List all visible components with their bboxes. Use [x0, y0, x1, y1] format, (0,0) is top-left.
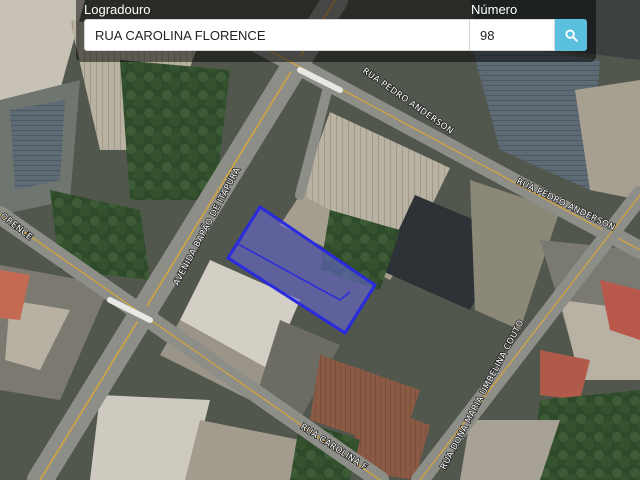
street-field-label: Logradouro — [84, 2, 151, 17]
number-field-label: Número — [471, 2, 518, 17]
address-search-panel: Logradouro Número — [76, 0, 596, 62]
street-input[interactable] — [84, 19, 470, 51]
search-button[interactable] — [555, 19, 587, 51]
satellite-map[interactable]: RUA PEDRO ANDERSON RUA PEDRO ANDERSON AV… — [0, 0, 640, 480]
search-icon — [564, 28, 578, 42]
number-input[interactable] — [469, 19, 555, 51]
